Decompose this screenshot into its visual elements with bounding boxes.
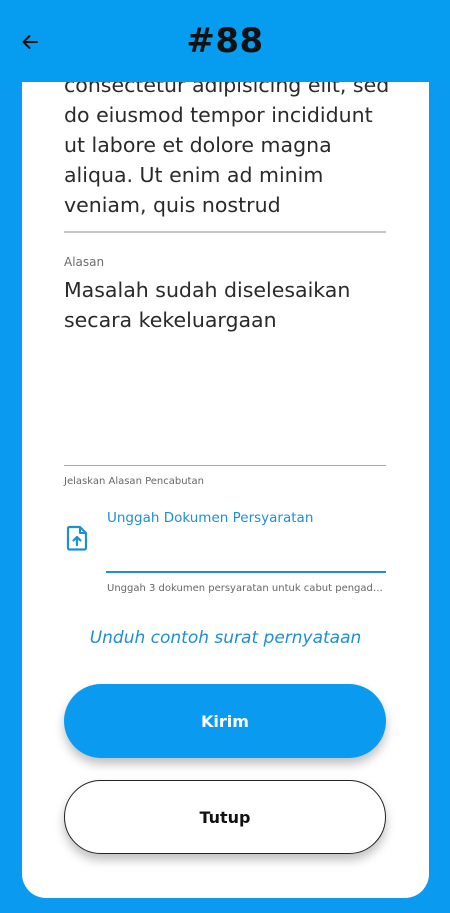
reason-divider [64, 465, 386, 466]
reason-input[interactable]: Masalah sudah diselesaikan secara kekelu… [64, 275, 386, 335]
app-screen: consectetur adipisicing elit, sed do eiu… [0, 0, 450, 913]
upload-field-underline[interactable] [106, 571, 386, 573]
page-title: #88 [186, 21, 264, 61]
description-text: consectetur adipisicing elit, sed do eiu… [64, 73, 390, 217]
description-divider [64, 231, 386, 233]
submit-button[interactable]: Kirim [64, 684, 386, 758]
file-upload-icon[interactable] [66, 525, 88, 551]
close-button[interactable]: Tutup [64, 780, 386, 854]
upload-helper-text: Unggah 3 dokumen persyaratan untuk cabut… [107, 583, 387, 594]
download-sample-link[interactable]: Unduh contoh surat pernyataan [22, 628, 429, 648]
form-card: consectetur adipisicing elit, sed do eiu… [22, 40, 429, 898]
back-button[interactable] [14, 26, 46, 58]
top-app-bar: #88 [0, 0, 450, 82]
arrow-left-icon [22, 35, 38, 49]
reason-label: Alasan [64, 255, 105, 269]
upload-document-title[interactable]: Unggah Dokumen Persyaratan [107, 510, 313, 526]
reason-helper-text: Jelaskan Alasan Pencabutan [64, 476, 204, 487]
